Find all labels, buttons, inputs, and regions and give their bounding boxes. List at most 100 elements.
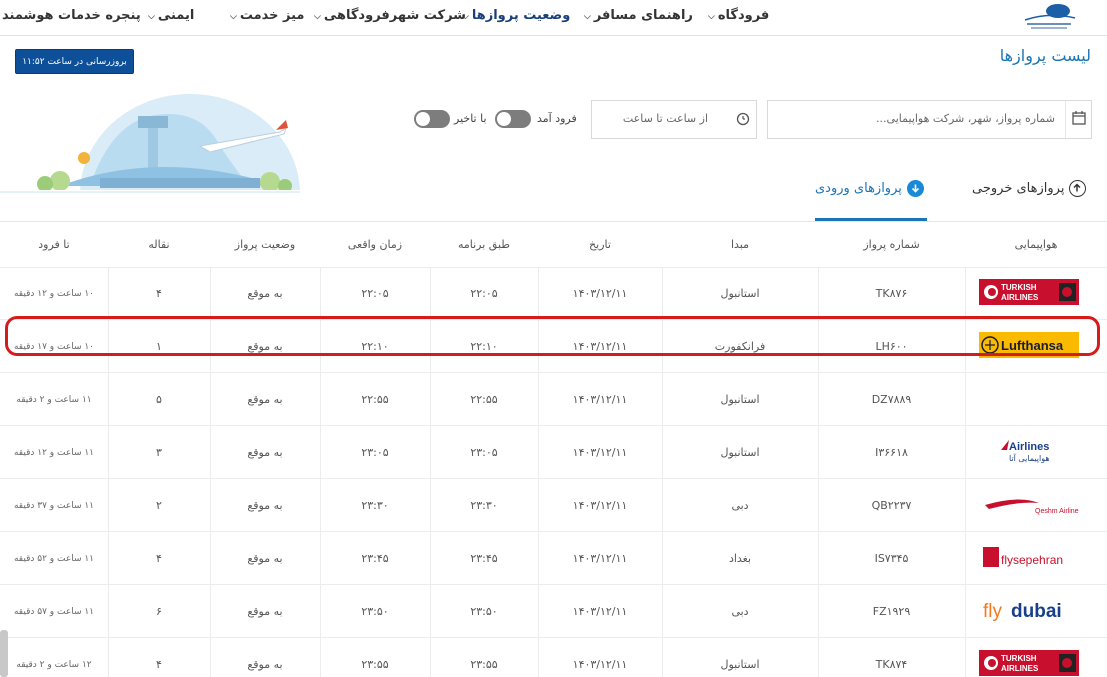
scheduled-time-cell: ۲۳:۰۵ (470, 446, 498, 459)
table-row[interactable]: flysepehran IS۷۳۴۵ بغداد ۱۴۰۳/۱۲/۱۱ ۲۳:۴… (0, 532, 1107, 585)
table-row[interactable]: TURKISH AIRLINES TK۸۷۴ استانبول ۱۴۰۳/۱۲/۱… (0, 638, 1107, 677)
actual-time-cell: ۲۲:۵۵ (361, 393, 389, 406)
nav-safety[interactable]: ایمنی⌵ (148, 8, 194, 23)
time-range-input[interactable]: از ساعت تا ساعت (591, 100, 757, 139)
clock-icon (730, 101, 756, 138)
actual-time-cell: ۲۲:۰۵ (361, 287, 389, 300)
time-to-landing-cell: ۱۲ ساعت و ۲ دقیقه (16, 659, 92, 670)
origin-cell: استانبول (720, 287, 760, 300)
flight-number-cell: TK۸۷۴ (875, 658, 908, 671)
table-row[interactable]: Airlines هواپیمایی آتا I۳۶۶۱۸ استانبول ۱۴… (0, 426, 1107, 479)
col-flight-number[interactable]: شماره پرواز (818, 238, 965, 251)
table-row[interactable]: fly dubai FZ۱۹۲۹ دبی ۱۴۰۳/۱۲/۱۱ ۲۳:۵۰ ۲۳:… (0, 585, 1107, 638)
actual-time-cell: ۲۳:۵۵ (361, 658, 389, 671)
chevron-down-icon: ⌵ (708, 12, 715, 22)
belt-cell: ۴ (156, 552, 162, 565)
airport-logo[interactable] (1021, 2, 1077, 32)
status-cell: به موقع (247, 552, 283, 565)
airport-illustration (0, 94, 300, 204)
delayed-toggle-label: با تاخیر (454, 112, 487, 125)
actual-time-cell: ۲۳:۳۰ (361, 499, 389, 512)
status-cell: به موقع (247, 499, 283, 512)
origin-cell: دبی (731, 499, 749, 512)
airline-logo: TURKISH AIRLINES (979, 650, 1083, 677)
airline-logo: fly dubai (979, 597, 1083, 625)
table-row[interactable]: Qeshm Airlines QB۲۲۳۷ دبی ۱۴۰۳/۱۲/۱۱ ۲۳:… (0, 479, 1107, 532)
delayed-toggle[interactable] (414, 110, 450, 128)
airline-logo: flysepehran (979, 544, 1083, 572)
nav-airport-label: فرودگاه (717, 8, 770, 23)
nav-flight-status-label: وضعیت پروازها (471, 8, 571, 23)
scrollbar-thumb[interactable] (0, 630, 8, 677)
time-to-landing-cell: ۱۱ ساعت و ۳۷ دقیقه (13, 500, 95, 511)
landed-toggle-label: فرود آمد (537, 112, 577, 125)
tab-incoming-flights[interactable]: پروازهای ورودی (815, 180, 924, 197)
page-title: لیست پروازها (999, 46, 1091, 65)
col-actual[interactable]: زمان واقعی (320, 238, 430, 251)
nav-airport-city-company[interactable]: شرکت شهرفرودگاهی⌵ (314, 8, 466, 23)
flight-number-cell: TK۸۷۶ (875, 287, 908, 300)
col-time-to-landing[interactable]: تا فرود (0, 238, 108, 251)
top-navigation: فرودگاه⌵ راهنمای مسافر⌵ وضعیت پروازها⌵ ش… (0, 0, 1107, 36)
chevron-down-icon: ⌵ (230, 12, 237, 22)
svg-text:AIRLINES: AIRLINES (1001, 293, 1039, 302)
table-header: هواپیمایی شماره پرواز مبدا تاریخ طبق برن… (0, 222, 1107, 268)
svg-text:Qeshm Airlines: Qeshm Airlines (1035, 508, 1079, 515)
date-cell: ۱۴۰۳/۱۲/۱۱ (572, 393, 628, 406)
status-cell: به موقع (247, 287, 283, 300)
col-origin[interactable]: مبدا (662, 238, 818, 251)
scheduled-time-cell: ۲۳:۳۰ (470, 499, 498, 512)
nav-flight-status[interactable]: وضعیت پروازها⌵ (462, 8, 570, 23)
col-belt[interactable]: نقاله (108, 238, 210, 251)
nav-service-desk-label: میز خدمت (239, 8, 305, 23)
flight-number-cell: DZ۷۸۸۹ (871, 393, 912, 406)
airline-logo (979, 385, 1083, 413)
time-to-landing-cell: ۱۰ ساعت و ۱۲ دقیقه (13, 288, 95, 299)
airline-logo: Airlines هواپیمایی آتا (979, 438, 1083, 466)
svg-text:هواپیمایی آتا: هواپیمایی آتا (1009, 453, 1050, 463)
origin-cell: بغداد (728, 552, 752, 565)
origin-cell: استانبول (720, 658, 760, 671)
date-cell: ۱۴۰۳/۱۲/۱۱ (572, 499, 628, 512)
flight-number-cell: IS۷۳۴۵ (874, 552, 909, 565)
nav-smart-services[interactable]: پنجره خدمات هوشمند (2, 8, 141, 23)
flights-table: هواپیمایی شماره پرواز مبدا تاریخ طبق برن… (0, 221, 1107, 677)
belt-cell: ۴ (156, 658, 162, 671)
nav-passenger-guide[interactable]: راهنمای مسافر⌵ (584, 8, 693, 23)
table-row[interactable]: TURKISH AIRLINES TK۸۷۶ استانبول ۱۴۰۳/۱۲/۱… (0, 267, 1107, 320)
nav-service-desk[interactable]: میز خدمت⌵ (230, 8, 305, 23)
date-cell: ۱۴۰۳/۱۲/۱۱ (572, 287, 628, 300)
scheduled-time-cell: ۲۲:۵۵ (470, 393, 498, 406)
airline-logo: TURKISH AIRLINES (979, 279, 1083, 307)
col-date[interactable]: تاریخ (538, 238, 662, 251)
calendar-icon (1065, 101, 1091, 138)
belt-cell: ۳ (156, 446, 162, 459)
nav-safety-label: ایمنی (157, 8, 195, 23)
nav-airport-city-company-label: شرکت شهرفرودگاهی (323, 8, 466, 23)
nav-smart-services-label: پنجره خدمات هوشمند (2, 8, 141, 23)
highlighted-row-outline (5, 316, 1100, 356)
svg-text:TURKISH: TURKISH (1001, 654, 1037, 663)
time-range-placeholder: از ساعت تا ساعت (622, 112, 708, 125)
belt-cell: ۵ (156, 393, 162, 406)
table-row[interactable]: DZ۷۸۸۹ استانبول ۱۴۰۳/۱۲/۱۱ ۲۲:۵۵ ۲۲:۵۵ ب… (0, 373, 1107, 426)
landed-toggle[interactable] (495, 110, 531, 128)
col-status[interactable]: وضعیت پرواز (210, 238, 320, 251)
origin-cell: استانبول (720, 393, 760, 406)
time-to-landing-cell: ۱۱ ساعت و ۲ دقیقه (16, 394, 92, 405)
airline-logo: Qeshm Airlines (979, 491, 1083, 519)
refresh-button[interactable]: بروزرسانی در ساعت ۱۱:۵۲ (15, 49, 134, 74)
svg-text:dubai: dubai (1011, 601, 1062, 622)
arrow-up-circle-icon (1069, 180, 1087, 197)
col-airline[interactable]: هواپیمایی (965, 238, 1107, 251)
search-input[interactable]: شماره پرواز، شهر، شرکت هواپیمایی... (767, 100, 1092, 139)
chevron-down-icon: ⌵ (584, 12, 591, 22)
actual-time-cell: ۲۳:۴۵ (361, 552, 389, 565)
belt-cell: ۶ (156, 605, 162, 618)
col-scheduled[interactable]: طبق برنامه (430, 238, 538, 251)
tab-outgoing-flights[interactable]: پروازهای خروجی (972, 180, 1087, 197)
status-cell: به موقع (247, 658, 283, 671)
nav-airport[interactable]: فرودگاه⌵ (708, 8, 769, 23)
belt-cell: ۴ (156, 287, 162, 300)
svg-text:Airlines: Airlines (1009, 441, 1049, 453)
